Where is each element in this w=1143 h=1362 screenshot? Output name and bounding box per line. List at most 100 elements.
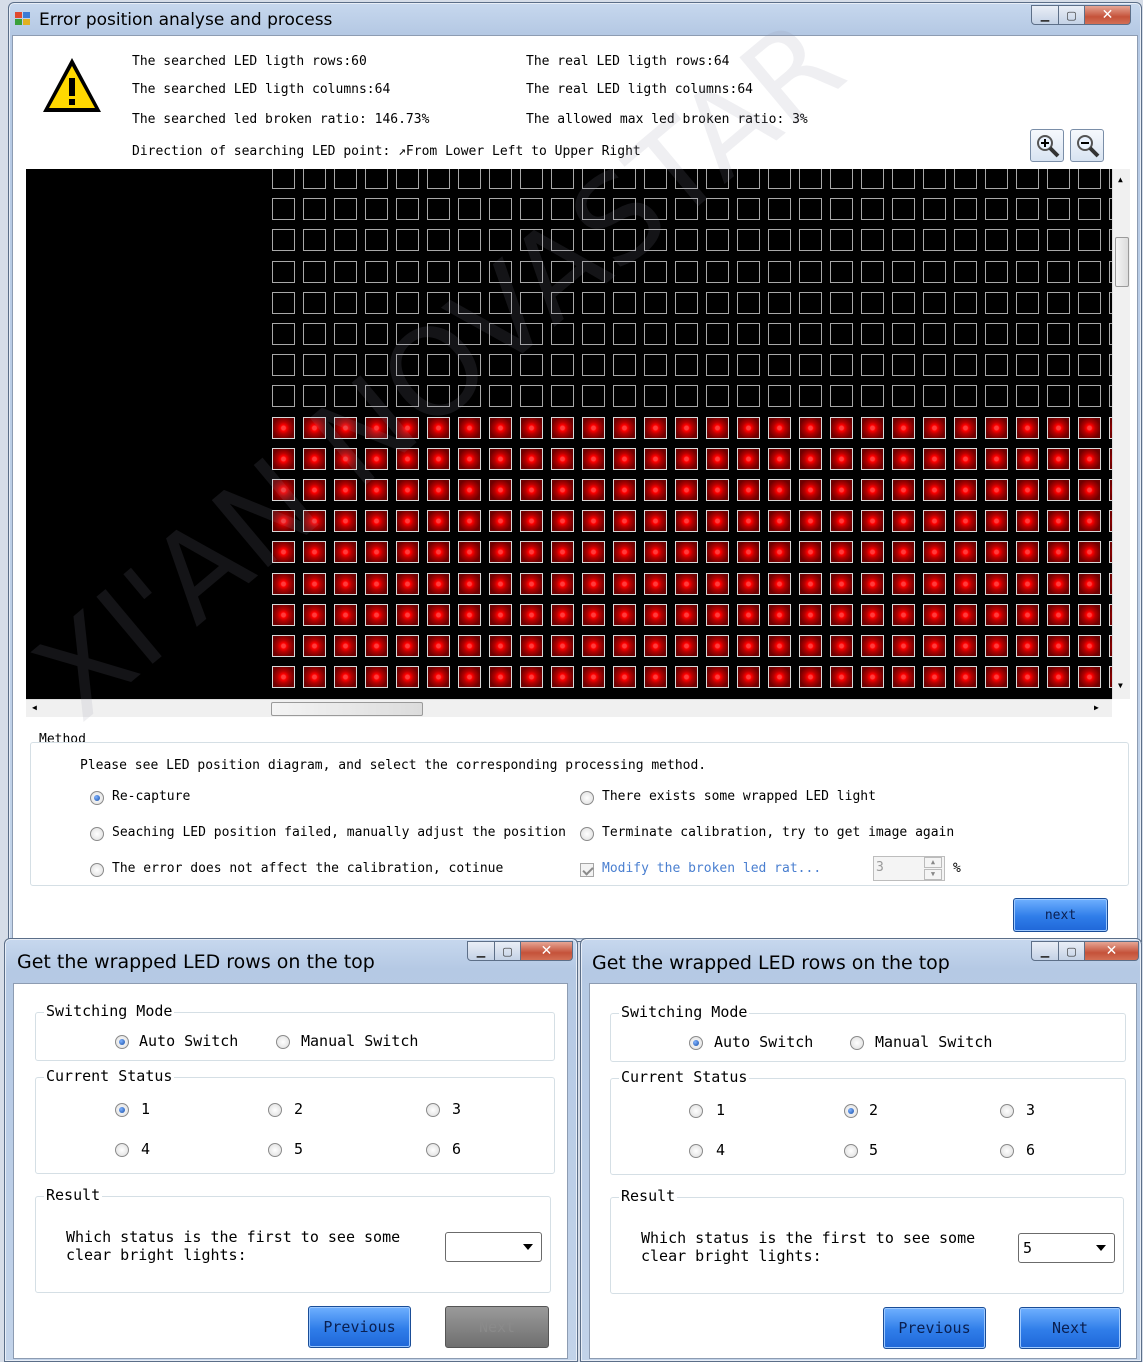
dialog-left-title-bar[interactable]: Get the wrapped LED rows on the top ▁ ▢ … — [5, 939, 577, 975]
spin-down-icon[interactable]: ▼ — [924, 869, 942, 880]
dialog-left-close-button[interactable]: ✕ — [521, 941, 573, 961]
status-6-label[interactable]: 6 — [452, 1140, 461, 1158]
horizontal-scroll-thumb[interactable] — [271, 702, 423, 716]
status-2-label[interactable]: 2 — [869, 1101, 878, 1119]
led-point-lit — [365, 635, 388, 657]
status-4-label[interactable]: 4 — [141, 1140, 150, 1158]
scroll-right-arrow-icon[interactable]: ▶ — [1094, 703, 1099, 712]
wrapped-led-label[interactable]: There exists some wrapped LED light — [602, 789, 876, 804]
continue-radio[interactable] — [90, 863, 104, 877]
manual-switch-label[interactable]: Manual Switch — [301, 1032, 418, 1050]
broken-ratio-spinner[interactable]: 3 ▲ ▼ — [873, 856, 945, 881]
status-3-label[interactable]: 3 — [1026, 1101, 1035, 1119]
status-1-radio[interactable] — [689, 1104, 703, 1118]
status-1-radio[interactable] — [115, 1103, 129, 1117]
next-button-disabled[interactable]: Next — [445, 1306, 549, 1348]
auto-switch-label[interactable]: Auto Switch — [714, 1033, 813, 1051]
led-point-empty — [985, 229, 1008, 251]
manual-switch-radio[interactable] — [276, 1035, 290, 1049]
led-position-diagram[interactable] — [26, 169, 1112, 699]
auto-switch-label[interactable]: Auto Switch — [139, 1032, 238, 1050]
status-4-label[interactable]: 4 — [716, 1141, 725, 1159]
led-point-lit — [458, 635, 481, 657]
led-point-empty — [427, 261, 450, 283]
led-point-empty — [303, 354, 326, 376]
status-1-label[interactable]: 1 — [141, 1100, 150, 1118]
led-point-lit — [861, 448, 884, 470]
led-point-lit — [706, 479, 729, 501]
main-title-bar[interactable]: Error position analyse and process ▁ ▢ ✕ — [9, 3, 1141, 39]
led-point-empty — [675, 385, 698, 407]
manual-adjust-radio[interactable] — [90, 827, 104, 841]
status-2-radio[interactable] — [844, 1104, 858, 1118]
first-status-dropdown[interactable] — [445, 1232, 542, 1262]
dialog-right-maximize-button[interactable]: ▢ — [1059, 941, 1085, 961]
continue-label[interactable]: The error does not affect the calibratio… — [112, 861, 503, 876]
status-6-radio[interactable] — [426, 1143, 440, 1157]
status-5-label[interactable]: 5 — [869, 1141, 878, 1159]
scroll-down-arrow-icon[interactable]: ▼ — [1118, 681, 1123, 690]
led-point-empty — [334, 169, 357, 189]
broken-ratio-value[interactable]: 3 — [876, 860, 884, 875]
previous-button[interactable]: Previous — [308, 1306, 411, 1348]
next-button[interactable]: Next — [1019, 1307, 1121, 1349]
status-1-label[interactable]: 1 — [716, 1101, 725, 1119]
previous-button[interactable]: Previous — [883, 1307, 986, 1349]
led-point-lit — [1078, 541, 1101, 563]
terminate-radio[interactable] — [580, 827, 594, 841]
led-point-empty — [768, 169, 791, 189]
scroll-left-arrow-icon[interactable]: ◀ — [32, 703, 37, 712]
led-point-empty — [520, 323, 543, 345]
led-point-empty — [582, 323, 605, 345]
led-point-empty — [675, 229, 698, 251]
dialog-right-close-button[interactable]: ✕ — [1085, 941, 1139, 961]
dialog-left-maximize-button[interactable]: ▢ — [495, 941, 521, 961]
led-point-empty — [303, 292, 326, 314]
auto-switch-radio[interactable] — [115, 1035, 129, 1049]
led-point-lit — [582, 479, 605, 501]
modify-ratio-label[interactable]: Modify the broken led rat... — [602, 861, 821, 876]
minimize-button[interactable]: ▁ — [1031, 5, 1059, 25]
terminate-label[interactable]: Terminate calibration, try to get image … — [602, 825, 954, 840]
dropdown-arrow-icon[interactable] — [1096, 1245, 1106, 1251]
led-point-empty — [861, 323, 884, 345]
manual-switch-radio[interactable] — [850, 1036, 864, 1050]
led-point-lit — [582, 573, 605, 595]
recapture-radio[interactable] — [90, 791, 104, 805]
status-3-radio[interactable] — [426, 1103, 440, 1117]
modify-ratio-checkbox[interactable] — [580, 863, 594, 877]
status-5-radio[interactable] — [268, 1143, 282, 1157]
auto-switch-radio[interactable] — [689, 1036, 703, 1050]
status-6-label[interactable]: 6 — [1026, 1141, 1035, 1159]
vertical-scroll-thumb[interactable] — [1115, 237, 1129, 287]
dialog-left-minimize-button[interactable]: ▁ — [467, 941, 495, 961]
manual-switch-label[interactable]: Manual Switch — [875, 1033, 992, 1051]
wrapped-led-radio[interactable] — [580, 791, 594, 805]
dropdown-arrow-icon[interactable] — [523, 1244, 533, 1250]
status-5-radio[interactable] — [844, 1144, 858, 1158]
spin-up-icon[interactable]: ▲ — [924, 857, 942, 868]
close-button[interactable]: ✕ — [1085, 5, 1131, 25]
current-status-group — [35, 1077, 555, 1174]
status-6-radio[interactable] — [1000, 1144, 1014, 1158]
status-2-label[interactable]: 2 — [294, 1100, 303, 1118]
status-2-radio[interactable] — [268, 1103, 282, 1117]
led-diagram-vertical-scrollbar[interactable]: ▲ ▼ — [1112, 169, 1130, 699]
status-4-radio[interactable] — [115, 1143, 129, 1157]
manual-adjust-label[interactable]: Seaching LED position failed, manually a… — [112, 825, 566, 840]
led-point-empty — [644, 229, 667, 251]
next-button[interactable]: next — [1013, 898, 1108, 932]
recapture-label[interactable]: Re-capture — [112, 789, 190, 804]
zoom-in-button[interactable] — [1030, 129, 1064, 162]
status-3-label[interactable]: 3 — [452, 1100, 461, 1118]
status-5-label[interactable]: 5 — [294, 1140, 303, 1158]
dialog-right-title-bar[interactable]: Get the wrapped LED rows on the top ▁ ▢ … — [581, 939, 1141, 975]
led-diagram-horizontal-scrollbar[interactable]: ◀ ▶ — [26, 699, 1112, 717]
dialog-right-minimize-button[interactable]: ▁ — [1031, 941, 1059, 961]
first-status-dropdown[interactable]: 5 — [1018, 1233, 1115, 1263]
status-3-radio[interactable] — [1000, 1104, 1014, 1118]
status-4-radio[interactable] — [689, 1144, 703, 1158]
maximize-button[interactable]: ▢ — [1059, 5, 1085, 25]
zoom-out-button[interactable] — [1070, 129, 1104, 162]
scroll-up-arrow-icon[interactable]: ▲ — [1118, 175, 1123, 184]
